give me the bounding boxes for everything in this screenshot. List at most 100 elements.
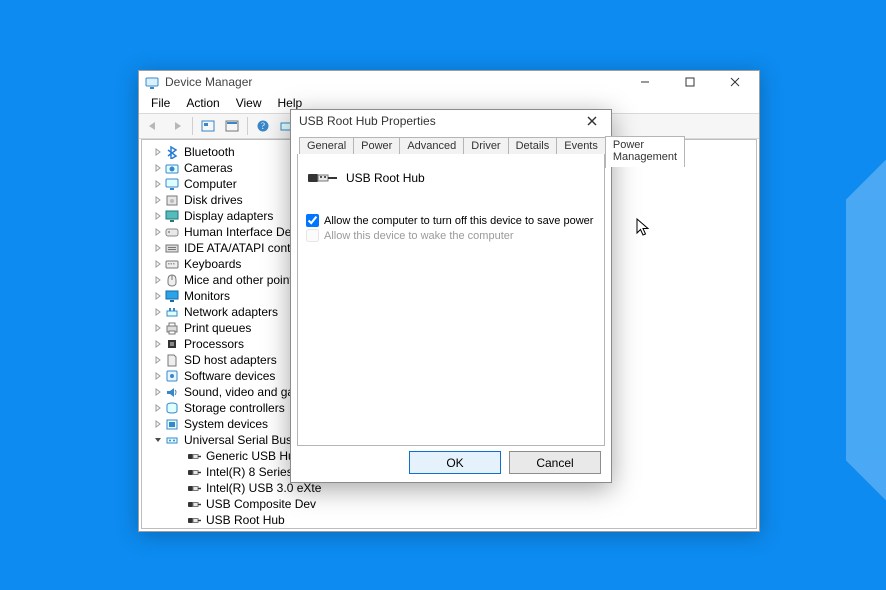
tree-item-label: Human Interface Devic: [184, 224, 306, 240]
usb-plug-icon: [186, 512, 202, 528]
ide-icon: [164, 240, 180, 256]
disk-icon: [164, 192, 180, 208]
usb-plug-icon: [186, 448, 202, 464]
tree-item-label: USB Composite Dev: [206, 496, 316, 512]
monitor-icon: [164, 288, 180, 304]
tree-item-label: Disk drives: [184, 192, 243, 208]
printer-icon: [164, 320, 180, 336]
dialog-close-button[interactable]: [577, 110, 607, 132]
sound-icon: [164, 384, 180, 400]
checkbox-allow-turnoff[interactable]: Allow the computer to turn off this devi…: [306, 214, 596, 227]
tree-item-label: SD host adapters: [184, 352, 277, 368]
system-icon: [164, 416, 180, 432]
network-icon: [164, 304, 180, 320]
camera-icon: [164, 160, 180, 176]
hid-icon: [164, 224, 180, 240]
tree-item-label: Print queues: [184, 320, 251, 336]
maximize-button[interactable]: [667, 71, 712, 93]
chevron-down-icon[interactable]: [152, 436, 164, 444]
tree-item-label: Keyboards: [184, 256, 241, 272]
computer-icon: [164, 176, 180, 192]
toolbar-forward-button[interactable]: [165, 115, 189, 137]
usb-icon: [164, 432, 180, 448]
tree-item-label: Display adapters: [184, 208, 273, 224]
chevron-right-icon[interactable]: [152, 196, 164, 204]
chevron-right-icon[interactable]: [152, 260, 164, 268]
minimize-button[interactable]: [622, 71, 667, 93]
tree-item-label: System devices: [184, 416, 268, 432]
menu-action[interactable]: Action: [178, 95, 227, 111]
chevron-right-icon[interactable]: [152, 148, 164, 156]
chevron-right-icon[interactable]: [152, 164, 164, 172]
software-icon: [164, 368, 180, 384]
tree-item-label: Cameras: [184, 160, 233, 176]
tree-item[interactable]: USB Root Hub (USB 3.0): [186, 528, 756, 529]
close-button[interactable]: [712, 71, 757, 93]
chevron-right-icon[interactable]: [152, 372, 164, 380]
tree-item-label: USB Root Hub (USB 3.0): [206, 528, 341, 529]
storage-icon: [164, 400, 180, 416]
chevron-right-icon[interactable]: [152, 388, 164, 396]
checkbox-allow-wake: Allow this device to wake the computer: [306, 229, 596, 242]
chevron-right-icon[interactable]: [152, 356, 164, 364]
dialog-button-row: OK Cancel: [409, 451, 601, 474]
device-name: USB Root Hub: [346, 171, 425, 185]
chevron-right-icon[interactable]: [152, 244, 164, 252]
toolbar-showhide-button[interactable]: [196, 115, 220, 137]
chevron-right-icon[interactable]: [152, 420, 164, 428]
tree-item-label: Network adapters: [184, 304, 278, 320]
sd-icon: [164, 352, 180, 368]
toolbar-separator: [192, 117, 193, 135]
checkbox-allow-wake-input: [306, 229, 319, 242]
properties-dialog: USB Root Hub Properties General Power Ad…: [290, 109, 612, 483]
keyboard-icon: [164, 256, 180, 272]
checkbox-allow-turnoff-label: Allow the computer to turn off this devi…: [324, 215, 593, 227]
tree-item-label: Monitors: [184, 288, 230, 304]
window-title: Device Manager: [165, 71, 252, 93]
tree-item-label: Software devices: [184, 368, 275, 384]
toolbar-help-button[interactable]: ?: [251, 115, 275, 137]
checkbox-allow-wake-label: Allow this device to wake the computer: [324, 230, 514, 242]
chevron-right-icon[interactable]: [152, 292, 164, 300]
device-header: USB Root Hub: [306, 162, 596, 194]
usb-plug-icon: [186, 480, 202, 496]
tree-item-label: Generic USB Hub: [206, 448, 301, 464]
checkbox-allow-turnoff-input[interactable]: [306, 214, 319, 227]
chevron-right-icon[interactable]: [152, 276, 164, 284]
toolbar-properties-button[interactable]: [220, 115, 244, 137]
usb-plug-icon: [186, 496, 202, 512]
chevron-right-icon[interactable]: [152, 324, 164, 332]
cancel-button[interactable]: Cancel: [509, 451, 601, 474]
usb-plug-icon: [306, 162, 338, 194]
tab-power-management[interactable]: Power Management: [605, 136, 685, 167]
chevron-right-icon[interactable]: [152, 340, 164, 348]
tree-item-label: Storage controllers: [184, 400, 285, 416]
chevron-right-icon[interactable]: [152, 228, 164, 236]
usb-plug-icon: [186, 528, 202, 529]
processor-icon: [164, 336, 180, 352]
chevron-right-icon[interactable]: [152, 308, 164, 316]
ok-button[interactable]: OK: [409, 451, 501, 474]
toolbar-separator: [247, 117, 248, 135]
tree-item-label: Processors: [184, 336, 244, 352]
tree-item-label: Bluetooth: [184, 144, 235, 160]
tree-item[interactable]: USB Composite Dev: [186, 496, 756, 512]
power-management-panel: USB Root Hub Allow the computer to turn …: [297, 154, 605, 446]
svg-text:?: ?: [261, 121, 265, 131]
mouse-icon: [164, 272, 180, 288]
usb-plug-icon: [186, 464, 202, 480]
display-icon: [164, 208, 180, 224]
chevron-right-icon[interactable]: [152, 212, 164, 220]
dialog-titlebar[interactable]: USB Root Hub Properties: [291, 110, 611, 132]
tree-item-label: USB Root Hub: [206, 512, 285, 528]
tree-item[interactable]: USB Root Hub: [186, 512, 756, 528]
menu-view[interactable]: View: [228, 95, 270, 111]
bluetooth-icon: [164, 144, 180, 160]
chevron-right-icon[interactable]: [152, 180, 164, 188]
window-titlebar[interactable]: Device Manager: [139, 71, 759, 93]
chevron-right-icon[interactable]: [152, 404, 164, 412]
desktop-accent: [846, 200, 886, 460]
tree-item-label: Computer: [184, 176, 237, 192]
menu-file[interactable]: File: [143, 95, 178, 111]
toolbar-back-button[interactable]: [141, 115, 165, 137]
